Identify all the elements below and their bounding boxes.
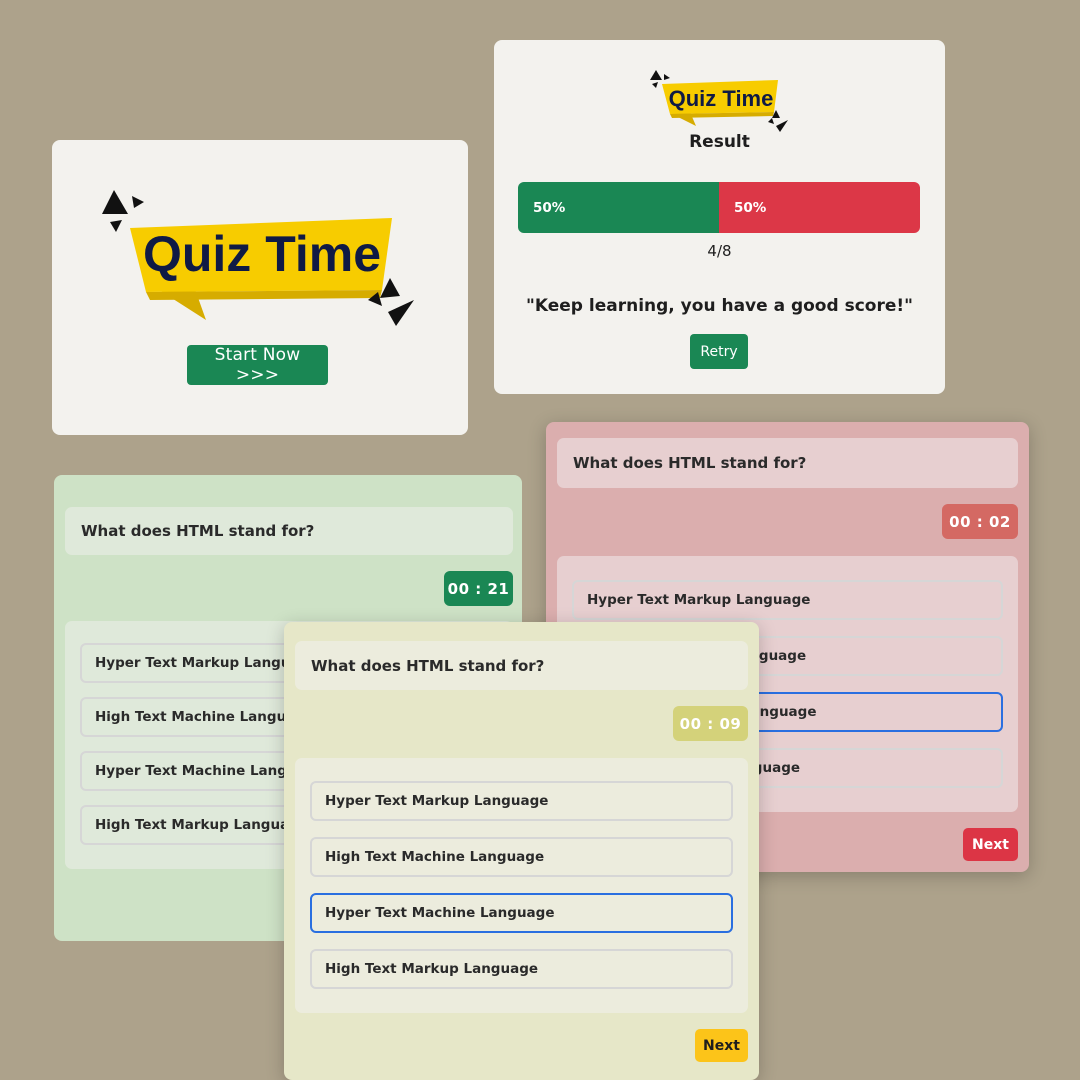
timer-badge: 00 : 21	[444, 571, 513, 606]
timer-badge: 00 : 02	[942, 504, 1018, 539]
triangle-decor-icon	[132, 196, 144, 208]
quiz-time-logo: Quiz Time	[102, 190, 414, 326]
quiz-card-yellow: What does HTML stand for? 00 : 09 Hyper …	[284, 622, 759, 1080]
start-now-button[interactable]: Start Now >>>	[187, 345, 328, 385]
next-button[interactable]: Next	[695, 1029, 748, 1062]
next-button[interactable]: Next	[963, 828, 1018, 861]
start-card: Quiz Time Start Now >>>	[52, 140, 468, 435]
triangle-decor-icon	[110, 220, 122, 232]
option-item[interactable]: High Text Markup Language	[310, 949, 733, 989]
question-text: What does HTML stand for?	[65, 507, 513, 555]
question-text: What does HTML stand for?	[295, 641, 748, 690]
question-text: What does HTML stand for?	[557, 438, 1018, 488]
triangle-decor-icon	[776, 120, 788, 132]
option-item-selected[interactable]: Hyper Text Machine Language	[310, 893, 733, 933]
option-item[interactable]: High Text Machine Language	[310, 837, 733, 877]
quiz-time-logo: Quiz Time	[650, 70, 788, 132]
wrong-percent-bar: 50%	[719, 182, 920, 233]
options-list: Hyper Text Markup Language High Text Mac…	[295, 758, 748, 1013]
logo-text: Quiz Time	[143, 226, 381, 282]
correct-percent-bar: 50%	[518, 182, 719, 233]
triangle-decor-icon	[664, 74, 670, 80]
retry-button[interactable]: Retry	[690, 334, 748, 369]
result-message: "Keep learning, you have a good score!"	[526, 296, 913, 316]
triangle-decor-icon	[650, 70, 662, 80]
result-card: Quiz Time Result 50% 50% 4/8 "Keep learn…	[494, 40, 945, 394]
triangle-decor-icon	[652, 82, 658, 88]
score-text: 4/8	[707, 242, 732, 260]
option-item[interactable]: Hyper Text Markup Language	[572, 580, 1003, 620]
triangle-decor-icon	[768, 118, 774, 124]
score-progress-bar: 50% 50%	[518, 182, 920, 233]
logo-text: Quiz Time	[669, 86, 774, 111]
triangle-decor-icon	[388, 300, 414, 326]
option-item[interactable]: Hyper Text Markup Language	[310, 781, 733, 821]
timer-badge: 00 : 09	[673, 706, 748, 741]
result-title: Result	[689, 132, 750, 152]
triangle-decor-icon	[102, 190, 128, 214]
